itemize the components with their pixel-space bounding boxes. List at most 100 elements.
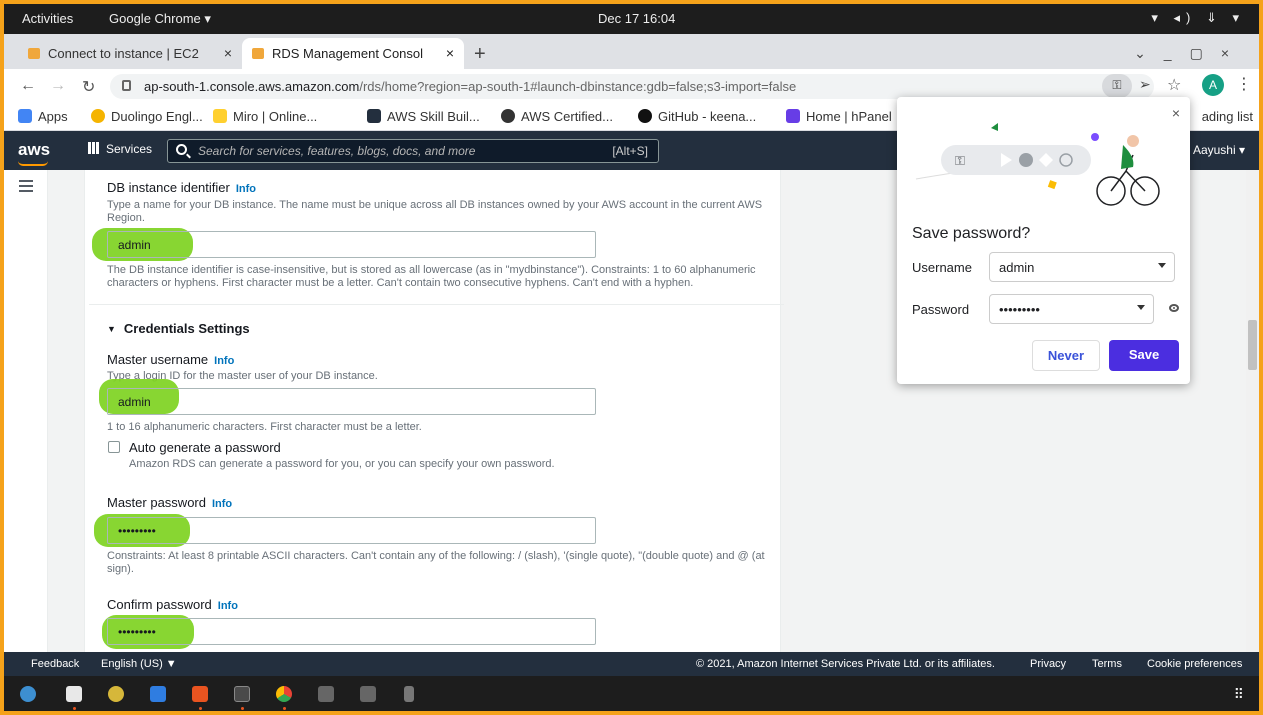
cookie-preferences-link[interactable]: Cookie preferences <box>1147 658 1242 670</box>
close-icon[interactable]: × <box>1172 105 1180 121</box>
window-controls[interactable]: ⌄_▢× <box>1134 45 1247 62</box>
address-bar[interactable]: ap-south-1.console.aws.amazon.com/rds/ho… <box>110 74 1154 99</box>
back-icon[interactable]: ← <box>20 77 36 95</box>
never-button[interactable]: Never <box>1032 340 1100 371</box>
tab-rds-console[interactable]: RDS Management Consol × <box>242 38 464 69</box>
app-menu[interactable]: Google Chrome ▾ <box>109 11 211 27</box>
aws-logo[interactable]: aws <box>18 140 50 166</box>
caret-down-icon: ▼ <box>107 324 116 334</box>
info-link[interactable]: Info <box>214 355 234 367</box>
tab-connect-instance[interactable]: Connect to instance | EC2 × <box>18 38 242 69</box>
aws-footer: Feedback English (US) ▼ © 2021, Amazon I… <box>4 652 1259 676</box>
tab-title: Connect to instance | EC2 <box>48 46 199 61</box>
github-icon <box>638 109 652 123</box>
reload-icon[interactable]: ↻ <box>82 77 95 97</box>
chevron-down-icon <box>1137 305 1145 310</box>
files-icon[interactable] <box>66 686 82 702</box>
master-username-hint: 1 to 16 alphanumeric characters. First c… <box>107 421 422 433</box>
db-identifier-input[interactable]: admin <box>107 231 596 258</box>
system-tray[interactable]: ▾ ◂) ⇓ ▾ <box>1151 10 1245 26</box>
auto-generate-description: Amazon RDS can generate a password for y… <box>129 458 555 470</box>
master-username-label: Master username Info <box>107 352 235 367</box>
bookmark-duolingo[interactable]: Duolingo Engl... <box>91 109 203 124</box>
more-icon[interactable]: ⋮ <box>1236 74 1252 94</box>
privacy-link[interactable]: Privacy <box>1030 658 1066 670</box>
grid-icon <box>88 142 100 154</box>
account-menu[interactable]: Aayushi ▾ <box>1193 143 1245 157</box>
scrollbar[interactable] <box>1246 170 1259 652</box>
hamburger-menu-icon[interactable] <box>19 180 33 192</box>
db-identifier-label: DB instance identifier Info <box>107 180 257 195</box>
star-icon[interactable]: ☆ <box>1167 75 1181 95</box>
writer-icon[interactable] <box>150 686 166 702</box>
reading-list[interactable]: ading list <box>1202 109 1253 124</box>
activities-button[interactable]: Activities <box>22 11 73 26</box>
new-tab-button[interactable]: + <box>474 43 486 66</box>
disk-icon[interactable] <box>360 686 376 702</box>
running-indicator <box>283 707 286 710</box>
terms-link[interactable]: Terms <box>1092 658 1122 670</box>
auto-generate-checkbox[interactable] <box>108 441 120 453</box>
software-icon[interactable] <box>192 686 208 702</box>
aws-favicon-icon <box>252 48 264 59</box>
send-icon[interactable]: ➢ <box>1139 76 1151 93</box>
password-select[interactable]: ••••••••• <box>989 294 1154 324</box>
info-link[interactable]: Info <box>218 600 238 612</box>
key-icon[interactable]: ⚿ <box>1102 74 1132 98</box>
bookmark-github[interactable]: GitHub - keena... <box>638 109 756 124</box>
language-select[interactable]: English (US) ▼ <box>101 658 177 670</box>
info-link[interactable]: Info <box>236 183 256 195</box>
info-link[interactable]: Info <box>212 498 232 510</box>
bookmark-apps[interactable]: Apps <box>18 109 68 124</box>
close-icon[interactable]: × <box>224 45 232 61</box>
screen: Activities Google Chrome ▾ Dec 17 16:04 … <box>4 4 1259 711</box>
bookmark-miro[interactable]: Miro | Online... <box>213 109 317 124</box>
auto-generate-label[interactable]: Auto generate a password <box>129 440 281 455</box>
save-password-dialog: × ⚿ Save password? Username admin Passwo… <box>897 97 1190 384</box>
scrollbar-thumb[interactable] <box>1248 320 1257 370</box>
running-indicator <box>241 707 244 710</box>
svg-text:⚿: ⚿ <box>955 154 965 169</box>
master-username-input[interactable]: admin <box>107 388 596 415</box>
bookmark-aws-skill[interactable]: AWS Skill Buil... <box>367 109 480 124</box>
disk-icon[interactable] <box>318 686 334 702</box>
show-apps-icon[interactable]: ⠿ <box>1234 686 1245 703</box>
credentials-settings-toggle[interactable]: ▼ Credentials Settings <box>107 321 250 336</box>
show-password-eye-icon[interactable] <box>1169 304 1179 312</box>
aws-skill-icon <box>367 109 381 123</box>
password-label: Password <box>912 302 970 317</box>
master-password-input[interactable]: ••••••••• <box>107 517 596 544</box>
services-menu[interactable]: Services <box>88 142 152 156</box>
forward-icon[interactable]: → <box>50 77 66 95</box>
save-button[interactable]: Save <box>1109 340 1179 371</box>
bookmark-aws-certified[interactable]: AWS Certified... <box>501 109 613 124</box>
feedback-link[interactable]: Feedback <box>31 658 79 670</box>
rhythmbox-icon[interactable] <box>108 686 124 702</box>
clock[interactable]: Dec 17 16:04 <box>598 11 675 26</box>
terminal-icon[interactable] <box>234 686 250 702</box>
db-identifier-hint: The DB instance identifier is case-insen… <box>107 264 756 289</box>
username-label: Username <box>912 260 972 275</box>
aws-favicon-icon <box>28 48 40 59</box>
confirm-password-input[interactable]: ••••••••• <box>107 618 596 645</box>
username-select[interactable]: admin <box>989 252 1175 282</box>
divider <box>89 304 784 305</box>
search-icon <box>176 144 187 155</box>
search-input[interactable] <box>198 143 578 159</box>
copyright: © 2021, Amazon Internet Services Private… <box>696 658 995 670</box>
save-password-title: Save password? <box>912 225 1031 242</box>
usb-drive-icon[interactable] <box>404 686 414 702</box>
aws-certified-icon <box>501 109 515 123</box>
running-indicator <box>73 707 76 710</box>
master-password-hint: Constraints: At least 8 printable ASCII … <box>107 550 765 575</box>
hostinger-icon <box>786 109 800 123</box>
chrome-icon[interactable] <box>276 686 292 702</box>
master-username-description: Type a login ID for the master user of y… <box>107 370 378 382</box>
tab-strip: Connect to instance | EC2 × RDS Manageme… <box>4 34 1259 69</box>
bookmark-hpanel[interactable]: Home | hPanel <box>786 109 892 124</box>
thunderbird-icon[interactable] <box>20 686 36 702</box>
aws-search[interactable]: [Alt+S] <box>167 139 659 163</box>
close-icon[interactable]: × <box>446 45 454 61</box>
miro-icon <box>213 109 227 123</box>
avatar[interactable]: A <box>1202 74 1224 96</box>
